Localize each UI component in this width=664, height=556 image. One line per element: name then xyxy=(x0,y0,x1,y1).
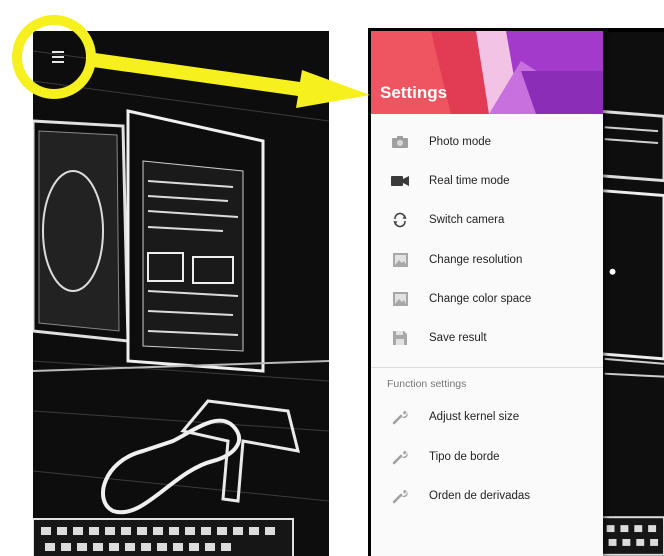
menu-item-label: Photo mode xyxy=(429,135,492,148)
menu-item-label: Change color space xyxy=(429,292,532,305)
drawer-title: Settings xyxy=(380,83,448,102)
camera-preview-left xyxy=(33,31,329,556)
edge-detected-scene xyxy=(33,31,329,556)
wrench-icon xyxy=(371,449,429,465)
camera-icon xyxy=(371,135,429,148)
function-settings-menu: Adjust kernel size Tipo de borde Orden d… xyxy=(371,398,603,516)
menu-item-label: Change resolution xyxy=(429,253,523,266)
menu-item-adjust-kernel-size[interactable]: Adjust kernel size xyxy=(371,398,603,437)
hamburger-line-icon xyxy=(52,56,64,58)
drawer-header: Settings xyxy=(371,31,603,114)
menu-item-change-color-space[interactable]: Change color space xyxy=(371,279,603,318)
menu-item-label: Switch camera xyxy=(429,214,505,227)
primary-menu: Photo mode Real time mode Switch camera … xyxy=(371,122,603,358)
menu-item-tipo-de-borde[interactable]: Tipo de borde xyxy=(371,437,603,476)
camera-preview-right: Settings Photo mode Real time mode Switc… xyxy=(368,28,664,556)
menu-item-save-result[interactable]: Save result xyxy=(371,318,603,357)
section-label-function-settings: Function settings xyxy=(387,377,467,390)
menu-item-label: Real time mode xyxy=(429,174,510,187)
menu-item-orden-de-derivadas[interactable]: Orden de derivadas xyxy=(371,476,603,515)
save-icon xyxy=(371,331,429,346)
wrench-icon xyxy=(371,488,429,504)
hamburger-line-icon xyxy=(52,51,64,53)
menu-item-photo-mode[interactable]: Photo mode xyxy=(371,122,603,161)
navigation-drawer: Settings Photo mode Real time mode Switc… xyxy=(371,31,603,556)
menu-item-switch-camera[interactable]: Switch camera xyxy=(371,201,603,240)
hamburger-menu-button[interactable] xyxy=(47,47,69,67)
menu-item-change-resolution[interactable]: Change resolution xyxy=(371,240,603,279)
menu-item-real-time-mode[interactable]: Real time mode xyxy=(371,161,603,200)
video-camera-icon xyxy=(371,175,429,187)
menu-item-label: Adjust kernel size xyxy=(429,411,520,424)
menu-item-label: Save result xyxy=(429,332,487,345)
image-icon xyxy=(371,252,429,267)
switch-camera-icon xyxy=(371,212,429,228)
wrench-icon xyxy=(371,409,429,425)
hamburger-line-icon xyxy=(52,61,64,63)
image-icon xyxy=(371,291,429,306)
menu-item-label: Orden de derivadas xyxy=(429,490,531,503)
menu-item-label: Tipo de borde xyxy=(429,450,500,463)
